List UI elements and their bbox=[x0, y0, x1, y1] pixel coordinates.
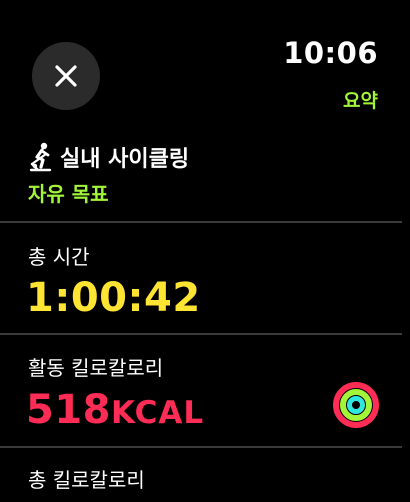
activity-rings-icon bbox=[333, 382, 379, 428]
active-kcal-number: 518 bbox=[26, 387, 111, 433]
active-kcal-value: 518KCAL bbox=[26, 387, 204, 433]
indoor-cycle-icon bbox=[28, 142, 54, 172]
divider bbox=[0, 333, 402, 335]
divider bbox=[0, 221, 402, 223]
workout-goal: 자유 목표 bbox=[28, 182, 109, 206]
total-time-label: 총 시간 bbox=[28, 245, 90, 269]
active-kcal-label: 활동 킬로칼로리 bbox=[28, 356, 164, 380]
workout-header: 실내 사이클링 자유 목표 bbox=[28, 140, 390, 207]
total-kcal-label: 총 킬로칼로리 bbox=[28, 468, 145, 492]
workout-title-row: 실내 사이클링 bbox=[28, 140, 390, 174]
status-time: 10:06 bbox=[283, 36, 378, 70]
active-kcal-unit: KCAL bbox=[111, 395, 205, 431]
close-icon bbox=[55, 65, 77, 87]
workout-title: 실내 사이클링 bbox=[60, 147, 190, 172]
summary-link[interactable]: 요약 bbox=[343, 86, 378, 113]
total-time-value: 1:00:42 bbox=[26, 275, 201, 321]
close-button[interactable] bbox=[32, 42, 100, 110]
divider bbox=[0, 446, 402, 448]
